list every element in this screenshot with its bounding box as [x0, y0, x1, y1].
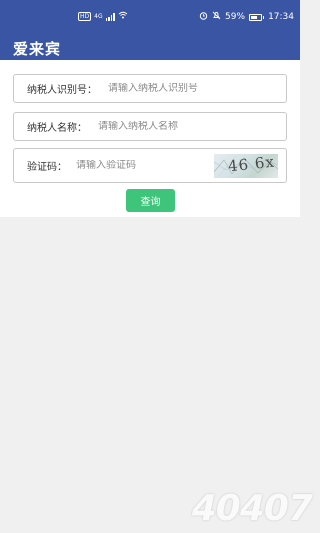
- site-watermark-logo: 40407: [152, 487, 313, 529]
- page-title: 爱来宾: [13, 40, 62, 58]
- alarm-icon: [199, 11, 208, 23]
- signal-icon: [105, 12, 115, 21]
- taxpayer-name-field[interactable]: 纳税人名称：: [13, 112, 287, 141]
- taxpayer-id-label: 纳税人识别号：: [27, 85, 97, 96]
- captcha-label: 验证码：: [27, 162, 67, 173]
- hd-icon: HD: [78, 12, 92, 21]
- clock-time: 17:34: [268, 12, 294, 22]
- status-right: 59% 17:34: [199, 11, 294, 23]
- taxpayer-name-label: 纳税人名称：: [27, 123, 87, 134]
- taxpayer-name-input[interactable]: [98, 121, 286, 132]
- query-button[interactable]: 查询: [126, 189, 175, 212]
- network-type-label: 4G: [94, 12, 103, 20]
- taxpayer-id-field[interactable]: 纳税人识别号：: [13, 74, 287, 103]
- captcha-field[interactable]: 验证码： 46 6x: [13, 148, 287, 183]
- app-bar: 爱来宾: [0, 34, 300, 60]
- battery-icon: [249, 13, 265, 21]
- watermark-text: 40407: [191, 488, 313, 529]
- battery-percent: 59%: [225, 12, 246, 22]
- query-form: 纳税人识别号： 纳税人名称： 验证码： 46 6x 查询: [0, 60, 300, 217]
- captcha-image[interactable]: 46 6x: [214, 154, 278, 178]
- status-bar: HD 4G 59% 17:34: [0, 0, 300, 34]
- mute-icon: [212, 11, 221, 23]
- captcha-input[interactable]: [76, 160, 206, 171]
- taxpayer-id-input[interactable]: [108, 83, 286, 94]
- wifi-icon: [118, 11, 128, 22]
- status-left: HD 4G: [78, 11, 128, 22]
